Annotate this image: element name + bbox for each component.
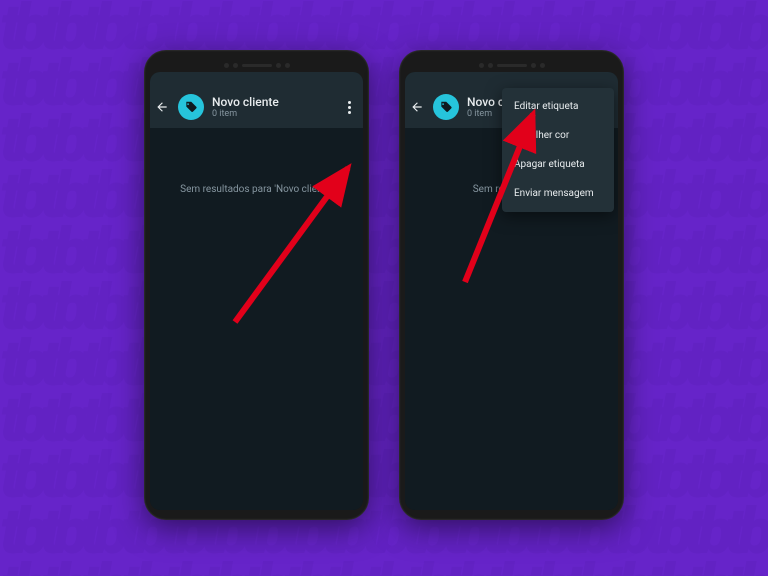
phone-row: Novo cliente 0 item Sem resultados para … <box>0 50 768 520</box>
phone-sensor-bar <box>405 58 618 72</box>
status-bar <box>405 72 618 86</box>
kebab-dot-icon <box>348 101 351 104</box>
tag-icon <box>184 100 198 114</box>
status-bar <box>150 72 363 86</box>
menu-item-send-message[interactable]: Enviar mensagem <box>502 179 614 208</box>
header-text: Novo cliente 0 item <box>212 95 333 119</box>
app-header: Novo cliente 0 item <box>150 86 363 128</box>
arrow-left-icon <box>410 100 424 114</box>
tag-icon <box>439 100 453 114</box>
phone-sensor-bar <box>150 58 363 72</box>
arrow-left-icon <box>155 100 169 114</box>
label-avatar-icon <box>433 94 459 120</box>
options-menu: Editar etiqueta Escolher cor Apagar etiq… <box>502 88 614 212</box>
label-avatar-icon <box>178 94 204 120</box>
header-title: Novo cliente <box>212 95 333 109</box>
phone-screen: Novo cliente 0 item Sem resultados para … <box>150 72 363 510</box>
menu-item-edit-label[interactable]: Editar etiqueta <box>502 92 614 121</box>
phone-mockup-right: Novo cliente 0 item Sem resultados p Edi… <box>399 50 624 520</box>
phone-screen: Novo cliente 0 item Sem resultados p Edi… <box>405 72 618 510</box>
header-subtitle: 0 item <box>212 109 333 119</box>
menu-item-choose-color[interactable]: Escolher cor <box>502 121 614 150</box>
screen-body: Sem resultados para 'Novo cliente' <box>150 128 363 510</box>
more-options-button[interactable] <box>341 95 357 119</box>
back-button[interactable] <box>154 100 170 114</box>
phone-mockup-left: Novo cliente 0 item Sem resultados para … <box>144 50 369 520</box>
kebab-dot-icon <box>348 111 351 114</box>
kebab-dot-icon <box>348 106 351 109</box>
menu-item-delete-label[interactable]: Apagar etiqueta <box>502 150 614 179</box>
back-button[interactable] <box>409 100 425 114</box>
empty-results-text: Sem resultados para 'Novo cliente' <box>180 184 333 195</box>
